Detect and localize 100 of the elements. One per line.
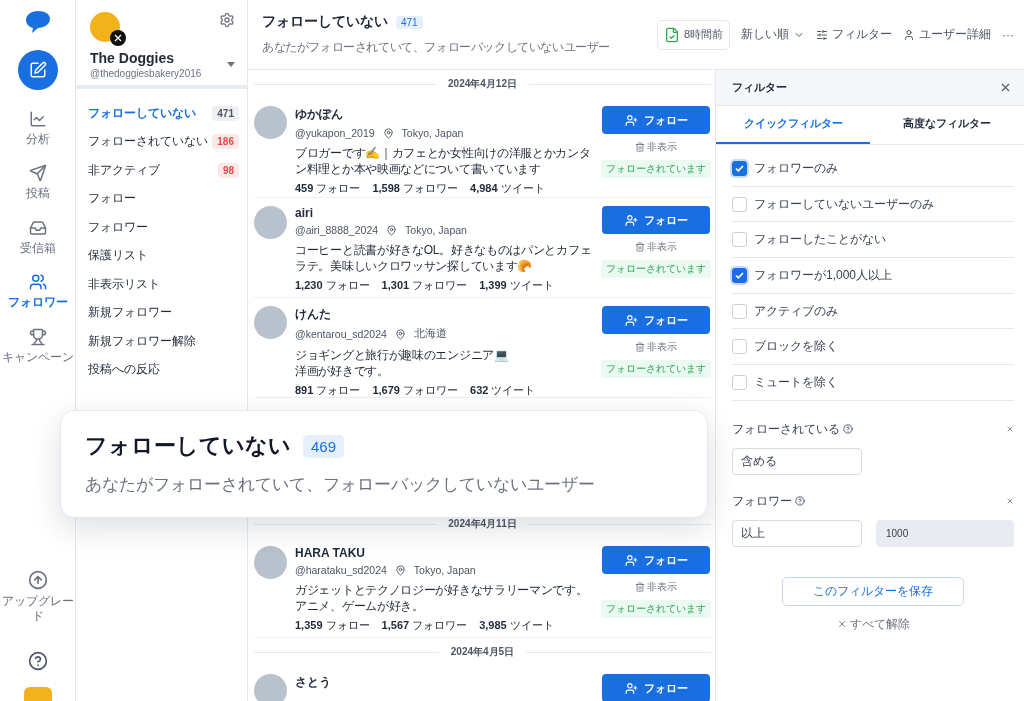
sidebar-item[interactable]: フォローしていない 471 [88, 99, 239, 128]
account-name: The Doggies [90, 50, 175, 66]
hide-button[interactable]: 非表示 [635, 140, 677, 154]
location-pin-icon [382, 127, 394, 139]
checkbox[interactable] [732, 160, 747, 176]
user-stat: 4,984 ツイート [470, 181, 545, 196]
page-subtitle: あなたがフォローされていて、フォローバックしていないユーザー [262, 39, 610, 56]
avatar-icon[interactable] [23, 687, 52, 701]
save-filter-button[interactable]: このフィルターを保存 [782, 576, 964, 606]
user-name: けんた [295, 306, 332, 323]
sidebar-item[interactable]: 新規フォロワー解除 [88, 327, 239, 356]
follow-button[interactable]: フォロー [602, 674, 710, 701]
status-tag: フォローされています [601, 160, 711, 178]
photo-placeholder [254, 674, 287, 701]
filter-tab[interactable]: 高度なフィルター [870, 106, 1024, 144]
compose-button[interactable] [17, 50, 58, 90]
user-name: さとう [295, 674, 332, 691]
follow-button[interactable]: フォロー [602, 546, 710, 574]
callout-title: フォローしていない [85, 432, 291, 460]
count-badge: 98 [217, 162, 239, 178]
more-button[interactable]: ··· [1002, 27, 1014, 42]
checkbox-label: フォローしていないユーザーのみ [754, 195, 934, 213]
status-tag: フォローされています [601, 360, 711, 378]
hide-button[interactable]: 非表示 [635, 240, 677, 254]
user-stat: 1,301 フォロワー [381, 278, 468, 293]
chart-icon [28, 110, 47, 128]
location-pin-icon [394, 564, 406, 576]
user-details-button[interactable]: ユーザー詳細 [903, 26, 991, 43]
checkbox-label: フォロワーのみ [754, 159, 838, 177]
x-icon [110, 30, 126, 46]
input-field[interactable]: 1000 [876, 519, 1014, 547]
user-stat: 1,359 フォロー [295, 618, 370, 633]
help-icon[interactable] [795, 496, 805, 507]
sort-button[interactable]: 新しい順 [741, 26, 805, 43]
sidebar-item[interactable]: 非表示リスト [88, 270, 239, 299]
select-field[interactable]: 以上 [732, 519, 862, 547]
checkbox-label: ミュートを除く [754, 373, 838, 391]
trash-icon [635, 342, 645, 352]
count-badge: 186 [212, 134, 239, 150]
sidebar-item[interactable]: 非アクティブ 98 [88, 156, 239, 185]
user-icon [903, 28, 915, 41]
follow-button[interactable]: フォロー [602, 206, 710, 234]
user-stat: 459 フォロー [295, 181, 361, 196]
user-bio: アニメ、ゲームが好き。 [295, 598, 425, 614]
user-location: Tokyo, Japan [405, 224, 467, 236]
account-handle: @thedoggiesbakery2016 [90, 68, 202, 79]
count-badge: 471 [396, 15, 423, 29]
close-icon [1006, 425, 1014, 434]
user-name: HARA TAKU [295, 546, 366, 560]
clear-all-button[interactable]: すべて解除 [836, 615, 910, 633]
callout-subtitle: あなたがフォローされていて、フォローバックしていないユーザー [85, 474, 596, 496]
sliders-icon [816, 28, 828, 41]
sidebar-item[interactable]: フォローされていない 186 [88, 127, 239, 156]
nav-item[interactable]: キャンペーン [1, 327, 74, 364]
date-separator: 2024年4月11日 [448, 517, 517, 531]
date-separator: 2024年4月12日 [448, 77, 517, 91]
page-title: フォローしていない [262, 13, 388, 31]
nav-item[interactable]: 受信箱 [19, 218, 56, 256]
user-stat: 1,399 ツイート [479, 278, 554, 293]
checkbox[interactable] [732, 267, 747, 283]
clear-field-button[interactable] [1006, 425, 1014, 434]
user-name: ゆかぽん [295, 106, 344, 123]
user-stat: 1,598 フォロワー [372, 181, 458, 196]
follow-button[interactable]: フォロー [602, 306, 710, 334]
select-field[interactable]: 含める [732, 447, 862, 475]
nav-item[interactable]: 投稿 [25, 164, 50, 201]
clear-field-button[interactable] [1006, 497, 1014, 506]
checkbox-label: ブロックを除く [754, 338, 838, 356]
help-icon[interactable] [843, 424, 853, 435]
users-icon [28, 273, 47, 292]
field-label: フォロワー [732, 492, 792, 510]
user-stat: 1,679 フォロワー [372, 383, 458, 398]
sidebar-item[interactable]: 保護リスト [88, 241, 239, 270]
hide-button[interactable]: 非表示 [635, 340, 677, 354]
filter-tab[interactable]: クイックフィルター [716, 106, 870, 144]
nav-item[interactable]: フォロワー [7, 273, 68, 310]
nav-item[interactable]: 分析 [25, 110, 50, 147]
sidebar-item[interactable]: フォロワー [88, 213, 239, 242]
help-icon[interactable] [27, 651, 48, 671]
user-stat: 632 ツイート [470, 383, 536, 398]
location-pin-icon [394, 328, 406, 340]
user-location: Tokyo, Japan [401, 127, 464, 139]
upgrade-button[interactable]: アップグレード [0, 570, 75, 623]
filter-button[interactable]: フィルター [816, 26, 892, 43]
arrow-up-icon [27, 570, 48, 591]
sidebar-item[interactable]: 新規フォロワー [88, 298, 239, 327]
trash-icon [635, 582, 645, 592]
follow-button[interactable]: フォロー [602, 106, 710, 134]
photo-placeholder [254, 106, 287, 139]
hide-button[interactable]: 非表示 [635, 580, 677, 594]
sidebar-item[interactable]: 投稿への反応 [88, 355, 239, 384]
app-logo [24, 10, 51, 34]
export-button[interactable]: 8時間前 [656, 19, 730, 50]
user-location: 北海道 [413, 327, 447, 341]
close-button[interactable] [999, 81, 1012, 94]
caret-icon[interactable] [227, 62, 235, 67]
sidebar-item[interactable]: フォロー [88, 184, 239, 213]
settings-icon[interactable] [219, 12, 235, 28]
photo-placeholder [254, 206, 287, 239]
user-plus-icon [624, 553, 638, 567]
